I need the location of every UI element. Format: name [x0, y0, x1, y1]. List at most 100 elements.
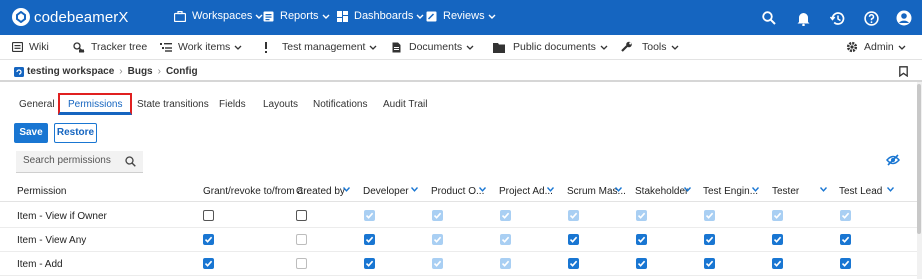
permission-checkbox: [296, 234, 307, 245]
permission-checkbox: [840, 210, 851, 221]
search-permissions-box: [16, 151, 143, 173]
bookmark-icon[interactable]: [899, 66, 908, 80]
topnav-workspaces[interactable]: Workspaces: [174, 10, 263, 22]
permission-checkbox[interactable]: [568, 258, 579, 269]
menu-label: Public documents: [513, 41, 596, 53]
permission-checkbox[interactable]: [772, 234, 783, 245]
user-avatar-icon[interactable]: [895, 9, 913, 27]
logo-mark-icon: [12, 8, 30, 26]
breadcrumb-current: Config: [165, 66, 198, 77]
scrollbar-thumb[interactable]: [917, 84, 921, 234]
permission-checkbox: [568, 210, 579, 221]
column-header-permission: Permission: [17, 186, 67, 197]
column-header-developer: Developer: [363, 186, 409, 197]
permission-checkbox: [500, 210, 511, 221]
tab-permissions[interactable]: Permissions: [58, 93, 133, 115]
chevron-down-icon: [370, 45, 377, 50]
public-documents-icon: [493, 42, 505, 53]
menu-tools[interactable]: Tools: [621, 41, 679, 53]
table-row: Item - View if Owner: [0, 204, 922, 228]
permission-checkbox: [364, 210, 375, 221]
app-name: codebeamerX: [34, 8, 129, 26]
tab-fields[interactable]: Fields: [219, 96, 246, 118]
permission-checkbox: [636, 210, 647, 221]
topnav-reports[interactable]: Reports: [263, 10, 330, 22]
breadcrumb-separator: ›: [119, 66, 123, 77]
menu-wiki[interactable]: Wiki: [12, 41, 49, 53]
chevron-down-icon: [600, 45, 608, 50]
chevron-down-icon[interactable]: [820, 187, 827, 192]
chevron-down-icon[interactable]: [887, 187, 894, 192]
menu-tracker-tree[interactable]: Tracker tree: [73, 41, 147, 53]
tab-layouts[interactable]: Layouts: [263, 96, 298, 118]
topnav-label: Workspaces: [192, 10, 253, 22]
chevron-down-icon[interactable]: [615, 187, 622, 192]
notifications-bell-icon[interactable]: [794, 9, 812, 27]
permission-checkbox[interactable]: [636, 234, 647, 245]
column-header-test-lead: Test Lead: [839, 186, 883, 197]
chevron-down-icon[interactable]: [684, 187, 691, 192]
chevron-down-icon[interactable]: [479, 187, 486, 192]
chevron-down-icon: [488, 14, 496, 19]
topnav-reviews[interactable]: Reviews: [426, 10, 496, 22]
chevron-down-icon[interactable]: [752, 187, 759, 192]
permission-checkbox[interactable]: [203, 258, 214, 269]
menu-documents[interactable]: Documents: [392, 41, 474, 53]
chevron-down-icon[interactable]: [343, 187, 350, 192]
topnav-label: Reports: [280, 10, 319, 22]
chevron-down-icon: [466, 45, 474, 50]
chevron-down-icon: [671, 45, 678, 50]
permission-checkbox[interactable]: [636, 258, 647, 269]
chevron-down-icon: [898, 45, 906, 50]
column-header-created-by: Created by: [296, 186, 345, 197]
chevron-down-icon[interactable]: [547, 187, 554, 192]
dashboards-icon: [337, 10, 348, 22]
admin-gear-icon: [846, 41, 858, 53]
permission-checkbox[interactable]: [704, 234, 715, 245]
menu-work-items[interactable]: Work items: [160, 41, 242, 53]
breadcrumb-tracker[interactable]: Bugs: [128, 66, 153, 77]
help-icon[interactable]: [862, 9, 880, 27]
permission-checkbox[interactable]: [203, 210, 214, 221]
chevron-down-icon[interactable]: [411, 187, 418, 192]
hide-columns-eye-icon[interactable]: [886, 154, 900, 169]
chevron-down-icon: [416, 14, 424, 19]
permission-checkbox[interactable]: [704, 258, 715, 269]
tab-general[interactable]: General: [19, 96, 55, 118]
permission-checkbox[interactable]: [364, 234, 375, 245]
tab-state-transitions[interactable]: State transitions: [137, 96, 209, 118]
table-row: Item - Add: [0, 252, 922, 276]
tab-audit-trail[interactable]: Audit Trail: [383, 96, 427, 118]
search-permissions-input[interactable]: [23, 155, 121, 166]
save-button[interactable]: Save: [14, 123, 48, 143]
top-navigation-bar: codebeamerX Workspaces Reports Dashboard…: [0, 0, 922, 35]
table-row: Item - View Any: [0, 228, 922, 252]
search-icon[interactable]: [125, 156, 136, 170]
breadcrumb-workspace[interactable]: testing workspace: [27, 66, 114, 77]
permission-checkbox[interactable]: [364, 258, 375, 269]
test-management-icon: [265, 41, 267, 53]
permission-checkbox: [296, 258, 307, 269]
permission-label: Item - View Any: [17, 235, 87, 246]
search-icon[interactable]: [760, 9, 778, 27]
permission-checkbox[interactable]: [203, 234, 214, 245]
restore-button[interactable]: Restore: [54, 123, 97, 143]
permission-checkbox[interactable]: [840, 234, 851, 245]
tracker-tree-icon: [73, 41, 85, 53]
permission-checkbox[interactable]: [296, 210, 307, 221]
menu-test-management[interactable]: Test management: [264, 41, 377, 53]
column-header-stakeholder: Stakeholder: [635, 186, 689, 197]
topnav-dashboards[interactable]: Dashboards: [337, 10, 424, 22]
tools-icon: [621, 41, 632, 52]
history-icon[interactable]: [828, 9, 846, 27]
permission-checkbox[interactable]: [840, 258, 851, 269]
menu-admin[interactable]: Admin: [846, 41, 906, 53]
app-logo[interactable]: codebeamerX: [12, 8, 129, 26]
topnav-label: Dashboards: [354, 10, 414, 22]
menu-label: Test management: [282, 41, 366, 53]
menu-public-documents[interactable]: Public documents: [493, 41, 608, 53]
permission-checkbox[interactable]: [568, 234, 579, 245]
tab-notifications[interactable]: Notifications: [313, 96, 367, 118]
reports-icon: [263, 11, 274, 21]
permission-checkbox[interactable]: [772, 258, 783, 269]
